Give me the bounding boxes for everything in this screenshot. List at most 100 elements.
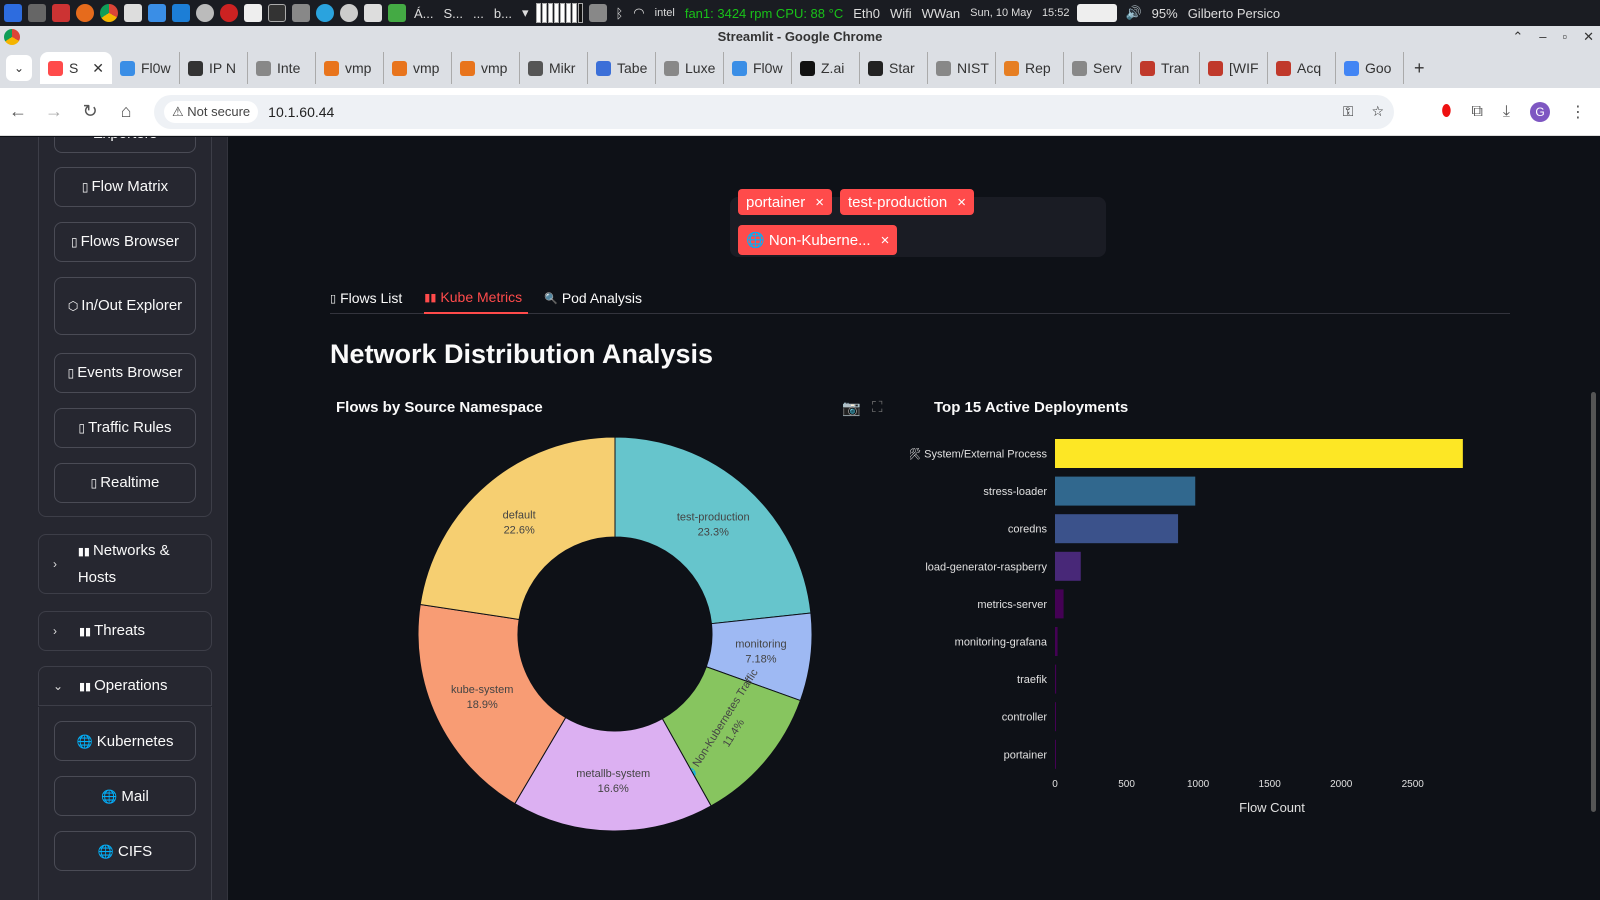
filter-chip[interactable]: 🌐 Non-Kuberne... × <box>738 225 898 255</box>
operations-button[interactable]: 🌐 Kubernetes <box>54 721 196 761</box>
sidebar-button[interactable]: ⬡ In/Out Explorer <box>54 277 196 335</box>
home-icon[interactable]: ⌂ <box>108 101 144 122</box>
browser-tab[interactable]: vmp <box>384 52 452 84</box>
profile-avatar[interactable]: G <box>1530 101 1550 122</box>
browser-tab[interactable]: Mikr <box>520 52 588 84</box>
scrollbar[interactable] <box>1591 392 1596 812</box>
key-icon[interactable]: ⚿ <box>1343 103 1354 120</box>
new-tab-button[interactable]: + <box>1404 58 1435 79</box>
sidebar-expander[interactable]: › ▮▮ Threats <box>38 611 212 651</box>
bar[interactable] <box>1055 439 1463 468</box>
app-icon[interactable] <box>292 4 310 22</box>
settings-icon[interactable] <box>28 4 46 22</box>
operations-button[interactable]: 🌐 Mail <box>54 776 196 816</box>
bookmark-star-icon[interactable]: ☆ <box>1371 103 1384 120</box>
sidebar-button[interactable]: ▯ Flow Matrix <box>54 167 196 207</box>
browser-tab[interactable]: Z.ai <box>792 52 860 84</box>
sidebar-expander[interactable]: ⌄ ▮▮ Operations <box>38 666 212 706</box>
chevron-up-icon[interactable]: ⌃ <box>1512 26 1523 48</box>
chrome-icon[interactable] <box>100 4 118 22</box>
file-icon[interactable] <box>244 4 262 22</box>
deployments-bar-chart[interactable]: 🛠 System/External Process stress-loader co… <box>910 427 1490 837</box>
browser-tab[interactable]: Tran <box>1132 52 1200 84</box>
chip-remove-icon[interactable]: × <box>881 232 890 249</box>
chip-remove-icon[interactable]: × <box>957 194 966 211</box>
filter-chip[interactable]: portainer × <box>738 189 832 215</box>
browser-tab[interactable]: vmp <box>316 52 384 84</box>
namespace-donut-chart[interactable]: test-production 23.3%monitoring 7.18%🌐 Non… <box>330 399 890 869</box>
workspace-switcher[interactable] <box>536 3 584 23</box>
app-icon[interactable] <box>124 4 142 22</box>
app-icon[interactable] <box>388 4 406 22</box>
browser-tab[interactable]: Fl0w <box>724 52 792 84</box>
bar[interactable] <box>1055 589 1064 619</box>
chrome-window-thumb[interactable] <box>1077 4 1118 22</box>
app-icon[interactable] <box>220 4 238 22</box>
kebab-menu-icon[interactable]: ⋮ <box>1570 102 1586 122</box>
bar[interactable] <box>1055 739 1056 769</box>
bar[interactable] <box>1055 551 1081 581</box>
bar[interactable] <box>1055 702 1056 732</box>
browser-tab[interactable]: Goo <box>1336 52 1404 84</box>
close-icon[interactable]: ✕ <box>1583 26 1594 48</box>
firefox-icon[interactable] <box>76 4 94 22</box>
browser-tab[interactable]: S ✕ <box>40 52 112 84</box>
app-icon[interactable] <box>52 4 70 22</box>
volume-icon[interactable]: 🔊 <box>1123 5 1143 21</box>
content-tab[interactable]: 🔍 Pod Analysis <box>544 282 648 314</box>
browser-tab[interactable]: Star <box>860 52 928 84</box>
opera-icon[interactable]: ⬮ <box>1441 103 1451 121</box>
url-text[interactable]: 10.1.60.44 <box>268 104 334 120</box>
app-icon[interactable] <box>172 4 190 22</box>
reload-icon[interactable]: ↻ <box>72 101 108 122</box>
browser-tab[interactable]: vmp <box>452 52 520 84</box>
sidebar-button-exporters[interactable]: Exporters <box>54 137 196 153</box>
app-icon[interactable] <box>268 4 286 22</box>
address-bar[interactable]: ⚠ Not secure 10.1.60.44 ⚿ ☆ <box>154 94 1394 129</box>
content-tab[interactable]: ▯ Flows List <box>330 282 408 314</box>
browser-tab[interactable]: NIST <box>928 52 996 84</box>
browser-tab[interactable]: Luxe <box>656 52 724 84</box>
app-icon[interactable] <box>196 4 214 22</box>
telegram-icon[interactable] <box>316 4 334 22</box>
minimize-icon[interactable]: – <box>1539 26 1546 48</box>
browser-tab[interactable]: Fl0w <box>112 52 180 84</box>
wifi-icon[interactable]: ◠ <box>631 5 646 21</box>
back-icon[interactable]: ← <box>0 101 36 122</box>
filter-chip[interactable]: test-production × <box>840 189 974 215</box>
bar[interactable] <box>1055 664 1057 694</box>
app-icon[interactable] <box>148 4 166 22</box>
browser-tab[interactable]: Inte <box>248 52 316 84</box>
taskbar-item[interactable]: ... <box>471 6 486 21</box>
download-icon[interactable]: ⤓ <box>1503 103 1510 121</box>
browser-tab[interactable]: IP N <box>180 52 248 84</box>
taskbar-item[interactable]: b... <box>492 6 514 21</box>
bar[interactable] <box>1055 476 1196 506</box>
tab-search-button[interactable]: ⌄ <box>6 55 32 81</box>
bar[interactable] <box>1055 514 1179 544</box>
sidebar-button[interactable]: ▯ Flows Browser <box>54 222 196 262</box>
taskbar-item[interactable]: S... <box>442 6 466 21</box>
sidebar-button[interactable]: ▯ Events Browser <box>54 353 196 393</box>
chip-remove-icon[interactable]: × <box>815 194 824 211</box>
app-icon[interactable] <box>364 4 382 22</box>
browser-tab[interactable]: Acq <box>1268 52 1336 84</box>
app-icon[interactable] <box>589 4 608 22</box>
app-icon[interactable] <box>340 4 358 22</box>
dropdown-icon[interactable]: ▾ <box>520 5 531 21</box>
browser-tab[interactable]: Tabe <box>588 52 656 84</box>
bluetooth-icon[interactable]: ᛒ <box>613 6 625 21</box>
taskbar-item[interactable]: Á... <box>412 6 436 21</box>
content-tab[interactable]: ▮▮ Kube Metrics <box>424 282 529 314</box>
security-indicator[interactable]: ⚠ Not secure <box>164 100 259 123</box>
sidebar-button[interactable]: ▯ Traffic Rules <box>54 408 196 448</box>
extensions-icon[interactable]: ⧉ <box>1471 103 1482 121</box>
forward-icon[interactable]: → <box>36 101 72 122</box>
user-name[interactable]: Gilberto Persico <box>1186 6 1282 21</box>
browser-tab[interactable]: Rep <box>996 52 1064 84</box>
browser-tab[interactable]: Serv <box>1064 52 1132 84</box>
browser-tab[interactable]: [WIF <box>1200 52 1268 84</box>
sidebar-expander[interactable]: › ▮▮ Networks & Hosts <box>38 534 212 594</box>
menu-icon[interactable] <box>4 4 22 22</box>
bar[interactable] <box>1055 627 1058 656</box>
